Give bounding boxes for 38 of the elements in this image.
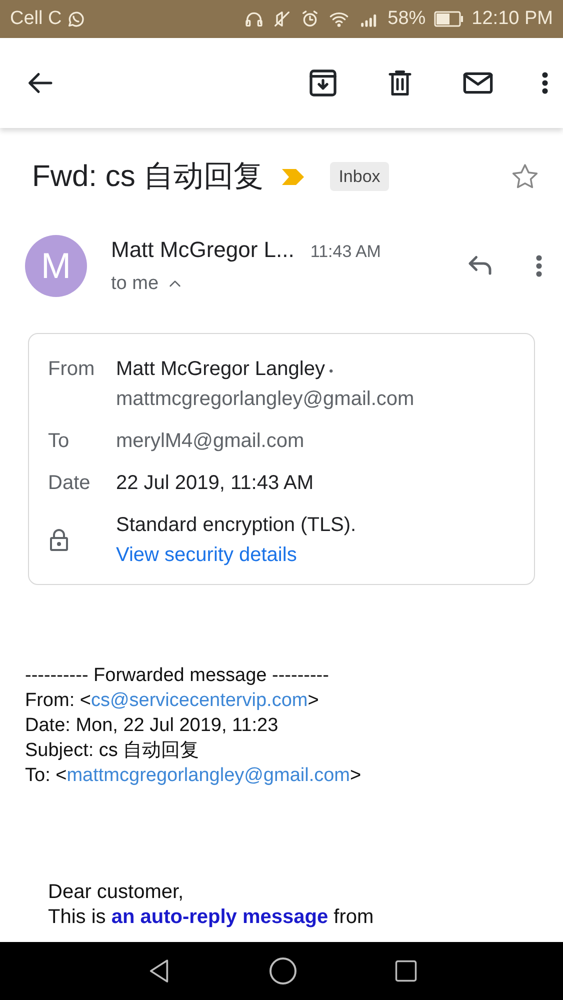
carrier-name: Cell C <box>10 6 62 31</box>
lock-icon <box>48 528 70 552</box>
field-label: From <box>48 356 96 382</box>
sender-full-name: Matt McGregor Langley <box>116 358 325 380</box>
separator-dot: • <box>328 364 334 378</box>
forwarded-line: Date: Mon, 22 Jul 2019, 11:23 <box>25 714 280 738</box>
sender-email: mattmcgregorlangley@gmail.com <box>116 386 414 412</box>
mute-icon <box>272 9 292 29</box>
email-link[interactable]: cs@servicecentervip.com <box>90 690 308 710</box>
forwarded-line: From: <cs@servicecentervip.com> <box>25 688 320 712</box>
auto-reply-link[interactable]: an auto-reply message <box>111 906 328 928</box>
recipient-summary: to me <box>111 272 159 296</box>
alarm-icon <box>300 9 320 29</box>
forwarded-line: Subject: cs 自动回复 <box>25 738 200 762</box>
field-label: Date <box>48 470 92 496</box>
chat-icon <box>66 9 86 29</box>
field-value: 22 Jul 2019, 11:43 AM <box>116 470 314 496</box>
email-subject: Fwd: cs 自动回复 <box>32 159 264 195</box>
inbox-label[interactable]: Inbox <box>330 162 390 192</box>
email-link[interactable]: mattmcgregorlangley@gmail.com <box>66 764 350 786</box>
body-text: This is an auto-reply message from <box>48 904 375 930</box>
encryption-status: Standard encryption (TLS). <box>116 512 356 538</box>
recents-nav-icon[interactable] <box>392 958 418 984</box>
field-label: To <box>48 428 70 454</box>
forwarded-line: To: <mattmcgregorlangley@gmail.com> <box>25 764 362 788</box>
forwarded-header: ---------- Forwarded message --------- <box>25 664 330 688</box>
sender-name: Matt McGregor L... <box>111 236 294 264</box>
home-nav-icon[interactable] <box>268 956 298 986</box>
field-value: merylM4@gmail.com <box>116 428 304 454</box>
clock-time: 12:10 PM <box>472 6 553 31</box>
important-marker-icon[interactable] <box>280 166 306 186</box>
archive-icon[interactable] <box>307 67 339 99</box>
avatar: M <box>25 234 87 297</box>
greeting: Dear customer, <box>48 880 185 904</box>
battery-icon <box>434 10 464 28</box>
sent-time: 11:43 AM <box>310 241 381 263</box>
battery-percent: 58% <box>388 6 426 31</box>
security-details-link[interactable]: View security details <box>116 540 297 570</box>
